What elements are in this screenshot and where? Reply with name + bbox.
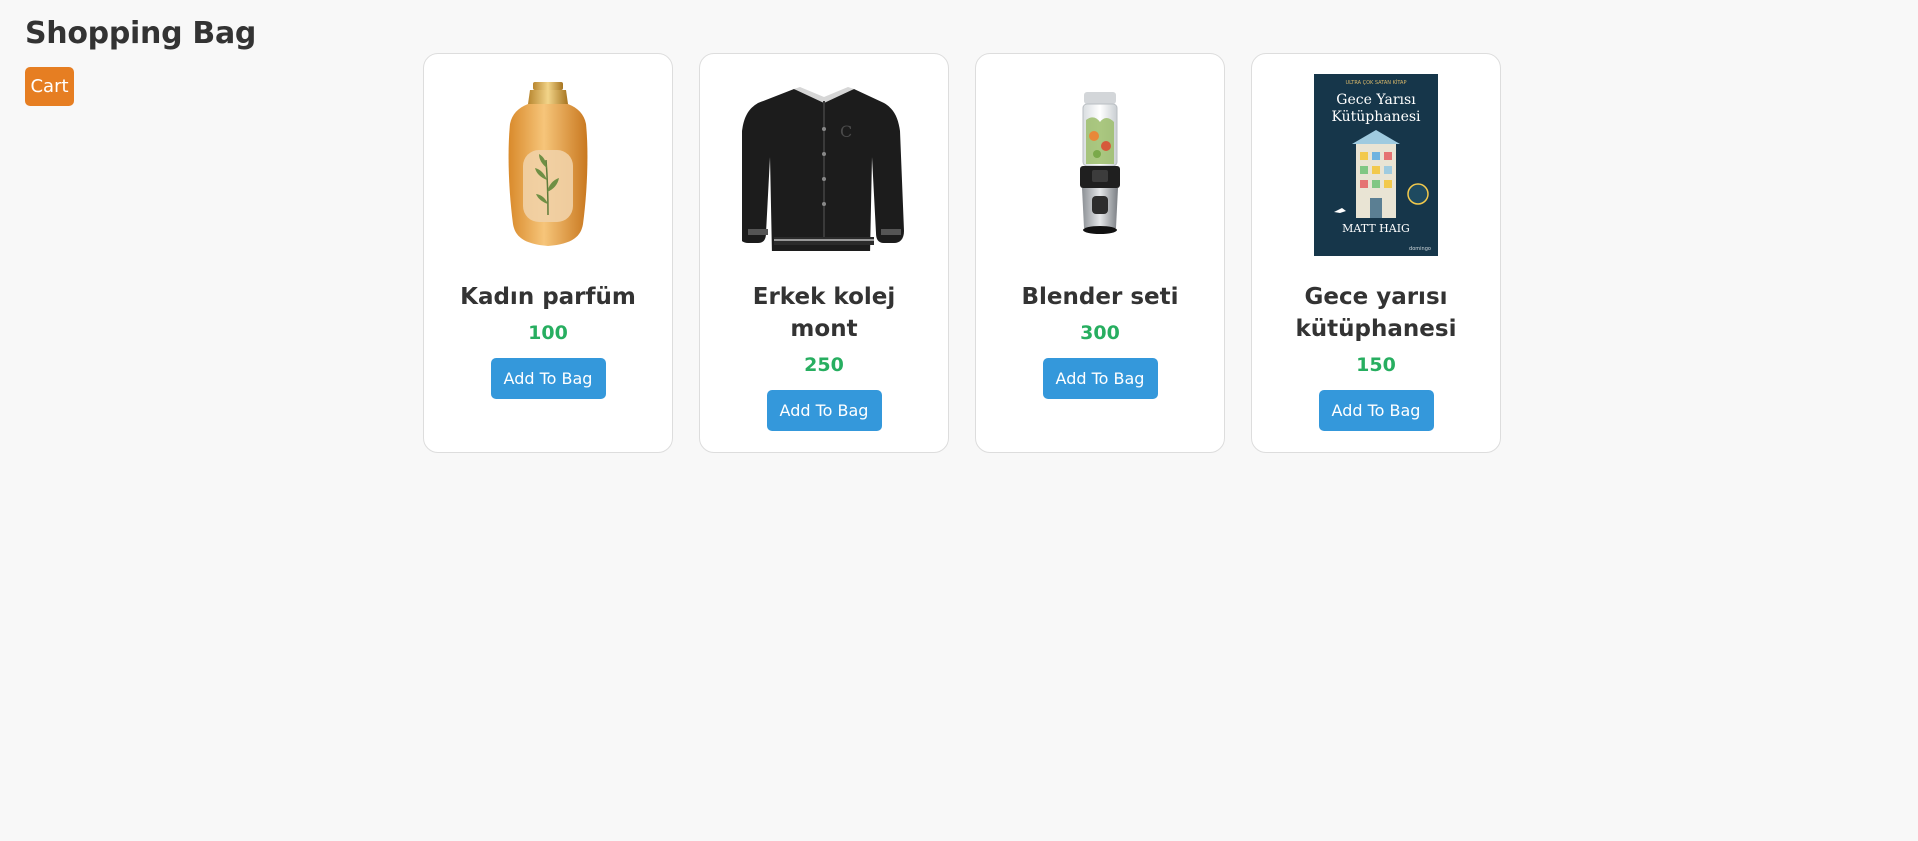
blender-image [1000, 74, 1200, 256]
product-price: 300 [1080, 322, 1120, 344]
product-name: Gece yarısı kütüphanesi [1295, 284, 1457, 342]
add-to-bag-button[interactable]: Add To Bag [766, 390, 882, 431]
product-name: Erkek kolej mont [752, 284, 896, 342]
book-cover-author: MATT HAIG [1342, 222, 1410, 235]
product-price: 150 [1356, 354, 1396, 376]
product-card: ULTRA ÇOK SATAN KİTAP Gece Yarısı Kütüph… [1251, 53, 1501, 453]
product-price: 250 [804, 354, 844, 376]
book-cover-title-line2: Kütüphanesi [1331, 109, 1421, 125]
book-cover-publisher: domingo [1409, 246, 1431, 252]
book-cover-top-line: ULTRA ÇOK SATAN KİTAP [1346, 79, 1407, 86]
svg-text:C: C [840, 122, 852, 141]
book-cover-title-line1: Gece Yarısı [1336, 92, 1416, 108]
product-price: 100 [528, 322, 568, 344]
page-title: Shopping Bag [25, 16, 257, 51]
add-to-bag-button[interactable]: Add To Bag [1318, 390, 1434, 431]
product-name: Kadın parfüm [460, 284, 636, 310]
product-card: Kadın parfüm 100 Add To Bag [423, 53, 673, 453]
cart-button[interactable]: Cart [25, 67, 74, 106]
perfume-bottle-image [448, 74, 648, 256]
product-card: Blender seti 300 Add To Bag [975, 53, 1225, 453]
varsity-jacket-image: C [724, 74, 924, 256]
add-to-bag-button[interactable]: Add To Bag [1042, 358, 1158, 399]
product-card: C Erkek kolej mont 250 Add To Bag [699, 53, 949, 453]
book-cover-image: ULTRA ÇOK SATAN KİTAP Gece Yarısı Kütüph… [1276, 74, 1476, 256]
product-name: Blender seti [1021, 284, 1179, 310]
add-to-bag-button[interactable]: Add To Bag [490, 358, 606, 399]
product-grid: Kadın parfüm 100 Add To Bag C Erkek kole… [423, 53, 1501, 453]
